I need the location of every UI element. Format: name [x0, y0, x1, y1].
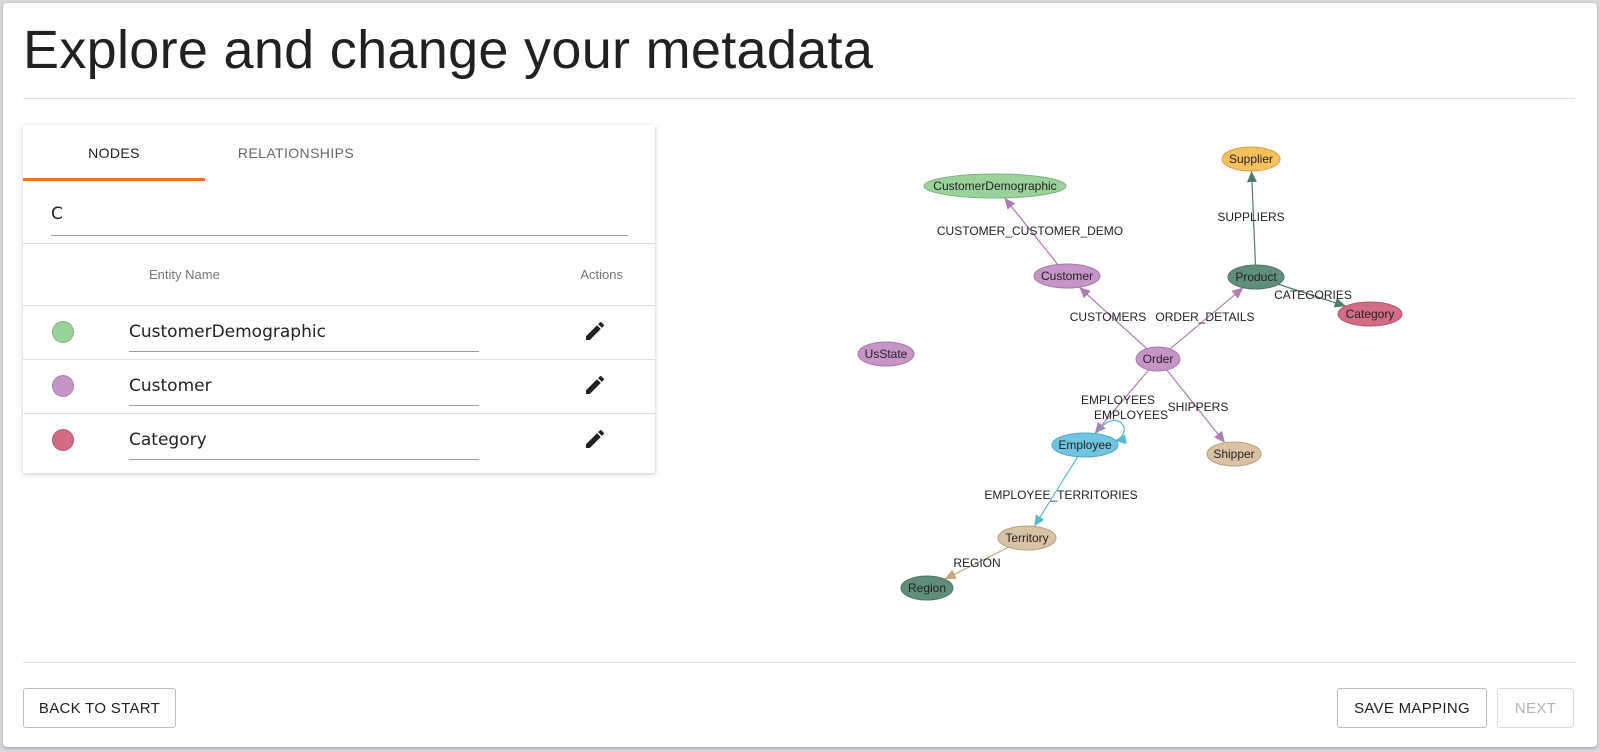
- node-label: Category: [1346, 307, 1395, 321]
- graph-node-shipper[interactable]: Shipper: [1206, 441, 1262, 467]
- edge-label: EMPLOYEE_TERRITORIES: [984, 488, 1137, 502]
- edge-arrow: [1004, 197, 1016, 210]
- edge-arrow: [1214, 430, 1225, 443]
- graph-node-territory[interactable]: Territory: [997, 525, 1057, 551]
- node-label: Product: [1235, 270, 1277, 284]
- node-label: CustomerDemographic: [933, 179, 1056, 193]
- edge-arrow: [1231, 287, 1244, 299]
- edge-label: EMPLOYEES: [1094, 408, 1168, 422]
- node-label: Region: [908, 581, 946, 595]
- graph-nodes: CustomerDemographic Supplier Customer Produ…: [857, 146, 1403, 601]
- graph-node-category[interactable]: Category: [1337, 301, 1403, 327]
- edge-label: CUSTOMERS: [1070, 310, 1146, 324]
- node-label: Shipper: [1213, 447, 1254, 461]
- graph-edge-labels: CUSTOMER_CUSTOMER_DEMO SUPPLIERS CATEGORIE…: [937, 210, 1352, 570]
- graph-node-usstate[interactable]: UsState: [857, 341, 915, 367]
- graph-node-customerdemographic[interactable]: CustomerDemographic: [923, 173, 1067, 199]
- node-label: Employee: [1058, 438, 1112, 452]
- graph-node-customer[interactable]: Customer: [1033, 263, 1101, 289]
- edge-label: ORDER_DETAILS: [1155, 310, 1254, 324]
- edge-label: EMPLOYEES: [1081, 393, 1155, 407]
- edge-label: SHIPPERS: [1168, 400, 1229, 414]
- node-label: Supplier: [1229, 152, 1273, 166]
- footer-divider: [23, 662, 1575, 663]
- graph-node-employee[interactable]: Employee: [1051, 432, 1119, 458]
- page-container: Explore and change your metadata NODES R…: [3, 3, 1597, 747]
- edge-label: SUPPLIERS: [1217, 210, 1284, 224]
- node-label: UsState: [865, 347, 908, 361]
- node-label: Territory: [1005, 531, 1048, 545]
- back-to-start-button[interactable]: BACK TO START: [23, 688, 176, 728]
- graph-node-supplier[interactable]: Supplier: [1221, 146, 1281, 172]
- graph-node-region[interactable]: Region: [900, 575, 954, 601]
- next-button[interactable]: NEXT: [1497, 688, 1574, 728]
- node-label: Order: [1143, 352, 1174, 366]
- edge-label: REGION: [953, 556, 1000, 570]
- graph-node-order[interactable]: Order: [1135, 346, 1181, 372]
- graph-node-product[interactable]: Product: [1227, 264, 1285, 290]
- edge-arrow: [1034, 514, 1045, 527]
- edge-arrow: [1246, 170, 1257, 183]
- node-label: Customer: [1041, 269, 1093, 283]
- save-mapping-button[interactable]: SAVE MAPPING: [1337, 688, 1487, 728]
- edge-label: CATEGORIES: [1274, 288, 1352, 302]
- metadata-graph[interactable]: CUSTOMER_CUSTOMER_DEMO SUPPLIERS CATEGORIE…: [3, 3, 1597, 653]
- edge-label: CUSTOMER_CUSTOMER_DEMO: [937, 224, 1123, 238]
